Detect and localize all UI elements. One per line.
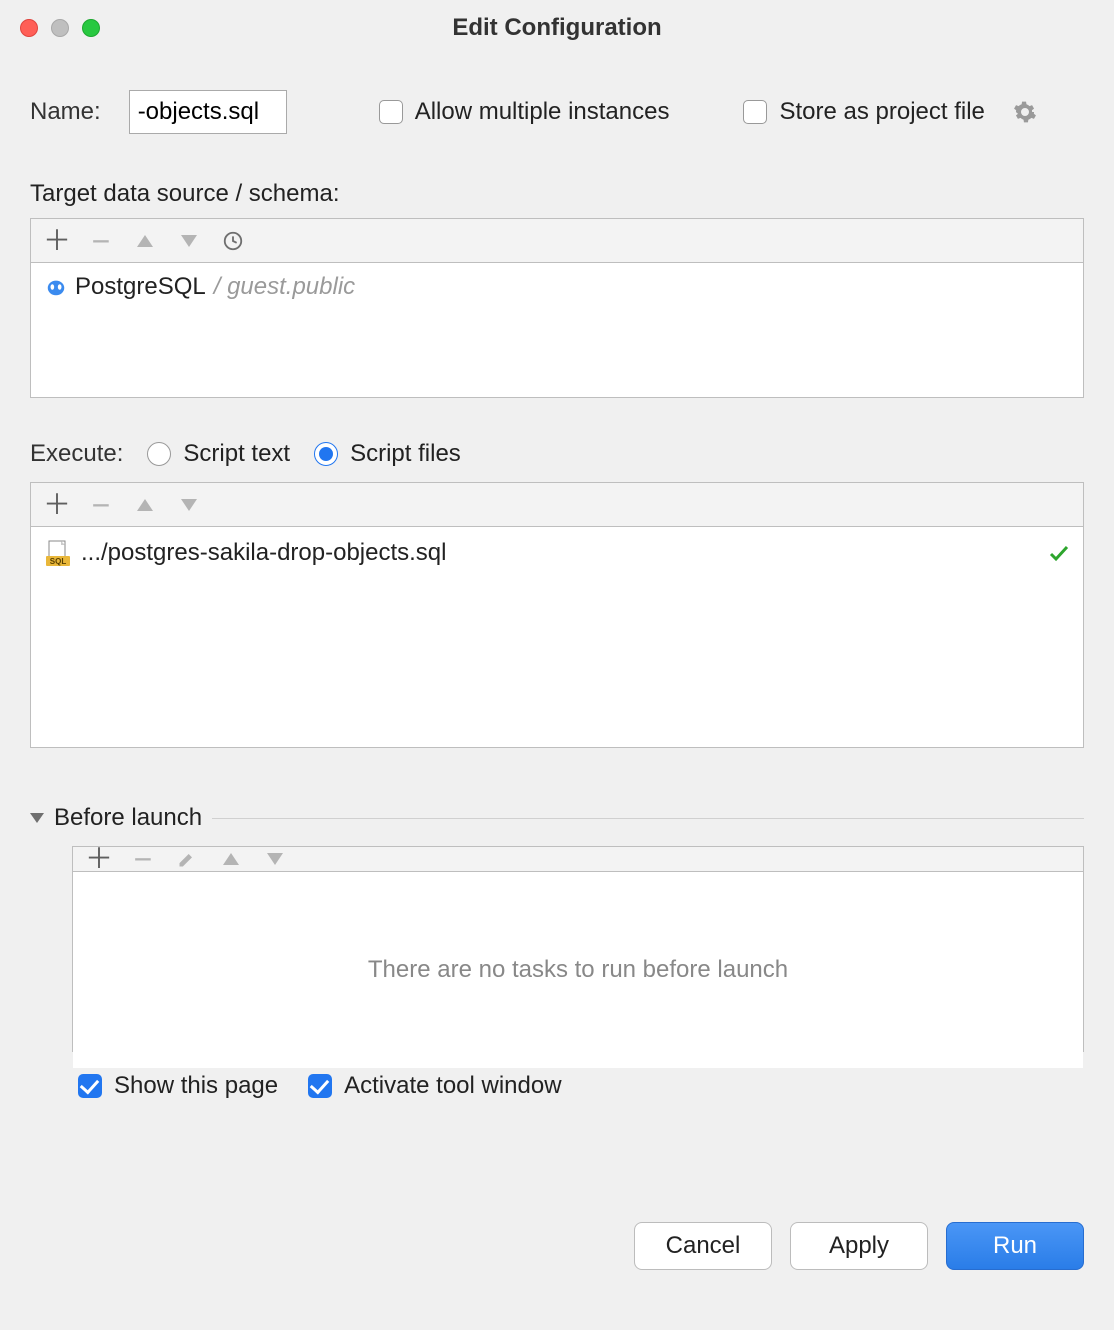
before-launch-list[interactable]: There are no tasks to run before launch (73, 872, 1083, 1068)
chevron-down-icon (30, 813, 44, 823)
radio-icon (314, 442, 338, 466)
dialog-title: Edit Configuration (0, 14, 1114, 42)
postgresql-icon (45, 276, 67, 298)
remove-button[interactable]: − (89, 229, 113, 253)
store-project-checkbox[interactable]: Store as project file (743, 98, 984, 126)
scripts-list[interactable]: SQL .../postgres-sakila-drop-objects.sql (31, 527, 1083, 747)
script-files-radio[interactable]: Script files (314, 440, 461, 468)
scripts-toolbar: ＋ − (31, 483, 1083, 527)
script-files-panel: ＋ − SQL .../postgres-sakila-drop-obje (30, 482, 1084, 748)
script-text-radio[interactable]: Script text (147, 440, 290, 468)
activate-tool-label: Activate tool window (344, 1072, 561, 1100)
move-down-button[interactable] (263, 847, 287, 871)
separator (212, 818, 1084, 819)
datasource-name: PostgreSQL (75, 273, 206, 301)
sql-file-icon: SQL (45, 540, 71, 566)
script-files-label: Script files (350, 440, 461, 468)
apply-button[interactable]: Apply (790, 1222, 928, 1270)
target-datasource-label: Target data source / schema: (30, 180, 1084, 208)
before-launch-section[interactable]: Before launch (30, 804, 1084, 832)
add-button[interactable]: ＋ (87, 847, 111, 871)
allow-multiple-checkbox[interactable]: Allow multiple instances (379, 98, 670, 126)
remove-button[interactable]: − (131, 847, 155, 871)
checkbox-icon (743, 100, 767, 124)
show-this-page-label: Show this page (114, 1072, 278, 1100)
check-icon (1049, 543, 1069, 563)
target-list[interactable]: PostgreSQL / guest.public (31, 263, 1083, 397)
move-up-button[interactable] (133, 493, 157, 517)
titlebar: Edit Configuration (0, 0, 1114, 56)
target-datasource-panel: ＋ − PostgreSQL / guest.public (30, 218, 1084, 398)
dialog-footer: Cancel Apply Run (634, 1222, 1084, 1270)
script-file-row[interactable]: SQL .../postgres-sakila-drop-objects.sql (45, 537, 1069, 569)
before-launch-toolbar: ＋ − (73, 847, 1083, 872)
show-this-page-checkbox[interactable]: Show this page (78, 1072, 278, 1100)
script-file-path: .../postgres-sakila-drop-objects.sql (81, 539, 446, 567)
datasource-row[interactable]: PostgreSQL / guest.public (45, 273, 1069, 301)
before-launch-label: Before launch (54, 804, 202, 832)
history-button[interactable] (221, 229, 245, 253)
store-project-label: Store as project file (779, 98, 984, 126)
radio-icon (147, 442, 171, 466)
target-toolbar: ＋ − (31, 219, 1083, 263)
checkbox-icon (308, 1074, 332, 1098)
name-label: Name: (30, 98, 101, 126)
cancel-button[interactable]: Cancel (634, 1222, 772, 1270)
before-launch-panel: ＋ − There are no tasks to run before lau… (72, 846, 1084, 1052)
checkbox-icon (78, 1074, 102, 1098)
move-down-button[interactable] (177, 493, 201, 517)
execute-label: Execute: (30, 440, 123, 468)
add-button[interactable]: ＋ (45, 493, 69, 517)
allow-multiple-label: Allow multiple instances (415, 98, 670, 126)
add-button[interactable]: ＋ (45, 229, 69, 253)
checkbox-icon (379, 100, 403, 124)
script-text-label: Script text (183, 440, 290, 468)
gear-icon[interactable] (1013, 100, 1037, 124)
svg-text:SQL: SQL (50, 557, 67, 566)
edit-button[interactable] (175, 847, 199, 871)
activate-tool-window-checkbox[interactable]: Activate tool window (308, 1072, 561, 1100)
move-up-button[interactable] (219, 847, 243, 871)
run-button[interactable]: Run (946, 1222, 1084, 1270)
before-launch-empty-text: There are no tasks to run before launch (87, 882, 1069, 1058)
move-up-button[interactable] (133, 229, 157, 253)
name-input[interactable] (129, 90, 287, 134)
move-down-button[interactable] (177, 229, 201, 253)
remove-button[interactable]: − (89, 493, 113, 517)
datasource-schema: / guest.public (214, 273, 355, 301)
